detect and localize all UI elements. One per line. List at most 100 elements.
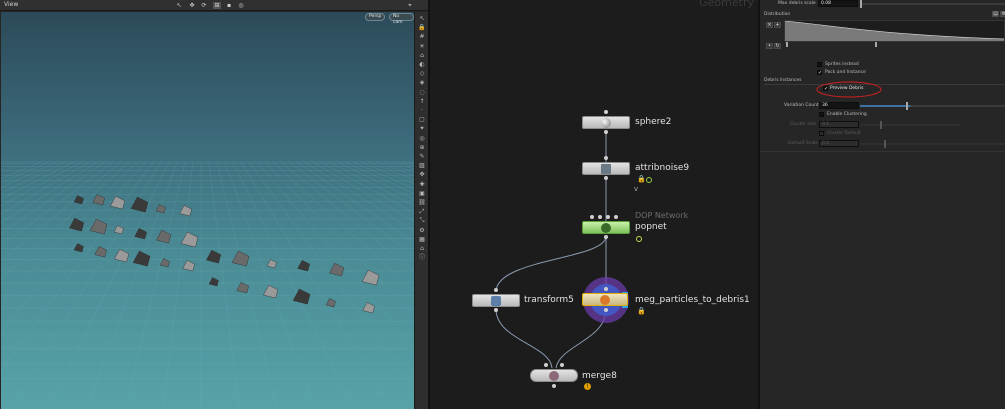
scale-icon[interactable]: ⊞ <box>213 2 221 9</box>
enable-clustering-checkbox[interactable] <box>819 112 824 117</box>
debris-shard <box>329 262 345 277</box>
transform-icon[interactable]: ✥ <box>418 172 426 178</box>
node-input-port[interactable] <box>590 215 594 219</box>
select-icon[interactable]: ↖ <box>175 2 183 9</box>
node-attribnoise9[interactable] <box>582 162 630 175</box>
lights-icon[interactable]: ☀ <box>418 43 426 50</box>
debris-shard <box>132 250 151 267</box>
node-input-port[interactable] <box>494 288 498 292</box>
network-editor[interactable]: Geometry sphere2 attribnoise9 🔒 v DOP Ne… <box>428 0 758 409</box>
node-input-port[interactable] <box>560 363 564 367</box>
max-debris-scale-slider[interactable] <box>860 3 1005 5</box>
node-output-port[interactable] <box>604 130 608 134</box>
wireframe-icon[interactable]: ◇ <box>418 71 426 77</box>
red-annotation-circle <box>816 81 882 98</box>
node-label-popnet: popnet <box>635 222 667 232</box>
viewport-header: View ↖ ✥ ⟳ ⊞ ▪ ◎ ⌖ <box>0 0 428 11</box>
cluster-size-field[interactable]: 0.1 <box>819 121 859 128</box>
expand-icon[interactable]: ⤢ <box>418 209 426 215</box>
slider-knob[interactable] <box>880 121 882 129</box>
slider-knob[interactable] <box>906 102 908 110</box>
node-input-port[interactable] <box>604 287 608 291</box>
ramp-interp-icon[interactable]: • <box>766 43 773 49</box>
camera-dropdown[interactable]: Persp <box>365 13 386 21</box>
distribution-ramp[interactable] <box>784 20 1005 42</box>
ramp-key-left[interactable] <box>786 42 788 47</box>
settings-icon[interactable]: ⚙ <box>418 227 426 234</box>
debris-shard <box>206 249 222 264</box>
ramp-delete-icon[interactable]: × <box>766 22 773 28</box>
cam-select-dropdown[interactable]: No cam <box>389 13 414 25</box>
node-sphere2[interactable] <box>582 116 630 129</box>
node-input-port[interactable] <box>598 215 602 219</box>
ramp-loop-icon[interactable]: ↻ <box>774 43 781 49</box>
pivot-icon[interactable]: ✚ <box>418 181 426 188</box>
node-transform5[interactable] <box>472 294 520 307</box>
ramp-settings-icon[interactable]: ⚙ <box>1000 11 1005 17</box>
node-input-port[interactable] <box>604 156 608 160</box>
xray-icon[interactable]: ◈ <box>418 80 426 86</box>
node-output-port[interactable] <box>604 308 608 312</box>
cluster-default-checkbox[interactable] <box>819 131 824 136</box>
move-icon[interactable]: ✥ <box>188 2 196 9</box>
ghost-icon[interactable]: ◌ <box>418 89 426 96</box>
node-input-port[interactable] <box>614 215 618 219</box>
scene-viewport[interactable]: View ↖ ✥ ⟳ ⊞ ▪ ◎ ⌖ Persp No cam ↖ 🔒 # ☀ ⌂ ◐ ◇ ◈… <box>0 0 428 409</box>
node-input-port[interactable] <box>606 215 610 219</box>
paint-icon[interactable]: ▨ <box>418 163 426 169</box>
node-label-merge8: merge8 <box>582 371 617 381</box>
node-merge8[interactable] <box>530 369 578 382</box>
max-debris-scale-label: Max debris scale <box>778 1 816 6</box>
3d-scene[interactable]: Persp No cam <box>1 12 414 409</box>
variation-count-slider[interactable] <box>860 105 1005 107</box>
ramp-curve <box>785 21 1004 41</box>
debris-shard <box>155 204 166 214</box>
variation-count-field[interactable]: 36 <box>819 102 859 109</box>
home-icon[interactable]: ⌂ <box>418 246 426 252</box>
normals-icon[interactable]: ↑ <box>418 98 426 105</box>
grid-icon[interactable]: # <box>418 34 426 40</box>
cluster-size-slider[interactable] <box>860 124 960 126</box>
link-icon[interactable]: ⛓ <box>418 200 426 206</box>
ramp-key-right[interactable] <box>875 42 877 47</box>
pack-and-instance-checkbox[interactable]: ✓ <box>817 70 822 76</box>
camera-icon[interactable]: ⌂ <box>418 52 426 59</box>
slider-knob[interactable] <box>860 0 862 8</box>
node-meg-particles-to-debris1[interactable] <box>582 293 628 306</box>
slider-knob[interactable] <box>884 140 886 148</box>
bbox-icon[interactable]: ▢ <box>418 117 426 123</box>
snap-icon[interactable]: ⊕ <box>418 144 426 151</box>
merge-icon <box>549 371 559 381</box>
default-scale-slider[interactable] <box>860 143 1005 145</box>
layout-icon[interactable]: ▦ <box>418 236 426 243</box>
target-icon[interactable]: ◎ <box>418 135 426 142</box>
max-debris-scale-field[interactable]: 0.08 <box>818 0 858 7</box>
node-output-port[interactable] <box>604 176 608 180</box>
sprites-instead-checkbox[interactable] <box>817 62 822 67</box>
node-popnet[interactable] <box>582 221 630 234</box>
handle-icon[interactable]: ▪ <box>225 2 233 9</box>
snap-icon[interactable]: ◎ <box>237 2 245 9</box>
default-scale-field[interactable]: 0.5 <box>819 140 859 147</box>
node-output-port[interactable] <box>494 308 498 312</box>
node-input-port[interactable] <box>544 363 548 367</box>
node-label-meg-particles-to-debris1: meg_particles_to_debris1 <box>635 295 750 305</box>
collapse-icon[interactable]: ⤡ <box>418 218 426 224</box>
display-icon[interactable]: ⌖ <box>406 2 414 9</box>
node-input-port[interactable] <box>604 110 608 114</box>
node-output-port[interactable] <box>552 384 556 388</box>
node-output-port[interactable] <box>604 235 608 239</box>
brush-icon[interactable]: ✎ <box>418 154 426 160</box>
node-status-ring <box>646 177 652 183</box>
lock-icon[interactable]: 🔒 <box>418 25 426 31</box>
ramp-add-icon[interactable]: + <box>774 22 781 28</box>
shading-icon[interactable]: ◐ <box>418 62 426 68</box>
points-icon[interactable]: · <box>418 108 426 114</box>
rotate-icon[interactable]: ⟳ <box>200 2 208 9</box>
pointer-icon[interactable]: ↖ <box>418 16 426 22</box>
info-icon[interactable]: ⓘ <box>418 255 426 261</box>
light-bulb-icon[interactable]: ✦ <box>418 126 426 132</box>
fill-icon[interactable]: ▣ <box>418 190 426 197</box>
ramp-menu-icon[interactable]: ▤ <box>992 11 999 17</box>
debris-shard <box>179 205 192 217</box>
